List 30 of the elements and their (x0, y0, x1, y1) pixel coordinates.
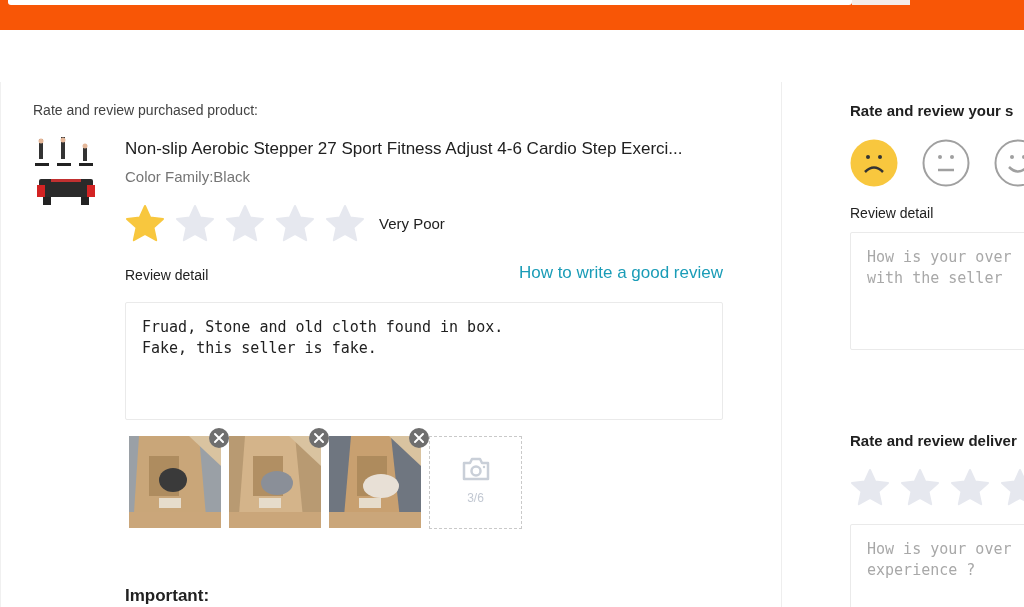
camera-icon (461, 457, 490, 481)
review-field[interactable]: How is your over with the seller (850, 231, 1024, 350)
upload-button[interactable]: 3/6 (429, 435, 522, 529)
rating-label: Very Poor (379, 213, 445, 234)
star-icon[interactable] (325, 204, 365, 244)
remove-icon[interactable] (209, 427, 229, 448)
review-field[interactable]: How is your over experience ? (850, 524, 1024, 607)
star-icon[interactable] (900, 468, 940, 508)
search-field[interactable] (8, 0, 852, 5)
star-icon[interactable] (175, 204, 215, 244)
section-heading: Rate and review purchased product: (33, 101, 259, 120)
remove-icon[interactable] (409, 427, 429, 448)
star-icon[interactable] (125, 204, 165, 244)
section-heading: Important: (125, 584, 211, 607)
section-heading: Rate and review deliver (850, 430, 1018, 451)
field-label: Review detail (850, 203, 935, 223)
help-link[interactable]: How to write a good review (518, 260, 723, 286)
star-icon[interactable] (950, 468, 990, 508)
section-heading: Rate and review your s (850, 101, 1015, 121)
search-button[interactable] (852, 0, 910, 5)
remove-icon[interactable] (309, 427, 329, 448)
star-icon[interactable] (275, 204, 315, 244)
review-field[interactable]: Fruad, Stone and old cloth found in box. Fake, this seller is fake. (125, 301, 723, 420)
product-variant: Color Family:Black (125, 166, 252, 187)
product-title: Non-slip Aerobic Stepper 27 Sport Fitness Adjust 4-6 Cardio Step Exerci... (125, 138, 684, 160)
neutral-face-icon[interactable] (922, 138, 970, 187)
star-icon[interactable] (850, 468, 890, 508)
field-label: Review detail (125, 265, 209, 285)
star-icon[interactable] (225, 204, 265, 244)
sad-face-icon[interactable] (850, 138, 898, 187)
